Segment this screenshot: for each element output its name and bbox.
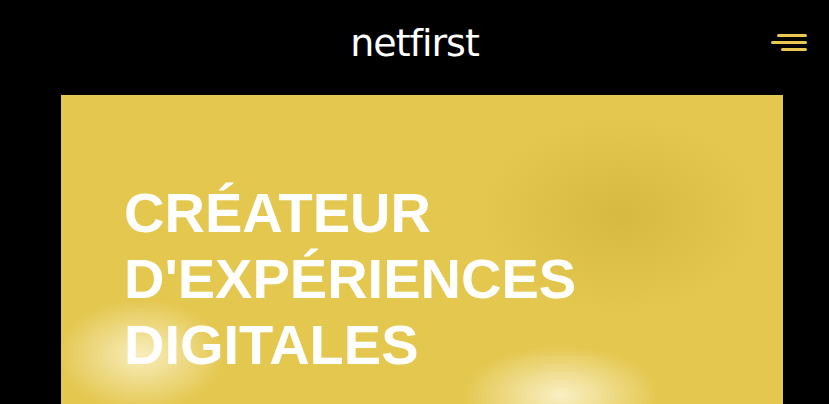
hero-banner: CRÉATEURD'EXPÉRIENCESDIGITALES	[61, 95, 783, 404]
top-bar: netfirst	[0, 0, 829, 95]
hamburger-icon	[771, 33, 809, 53]
hero-title-line: CRÉATEUR	[124, 180, 763, 246]
menu-button[interactable]	[771, 33, 809, 53]
page: netfirst CRÉATEURD'EXPÉRIENCESDIGITALES	[0, 0, 829, 404]
logo[interactable]: netfirst	[350, 21, 479, 75]
hero-title: CRÉATEURD'EXPÉRIENCESDIGITALES	[124, 180, 763, 378]
hero-title-line: DIGITALES	[124, 312, 763, 378]
hero-title-line: D'EXPÉRIENCES	[124, 246, 763, 312]
